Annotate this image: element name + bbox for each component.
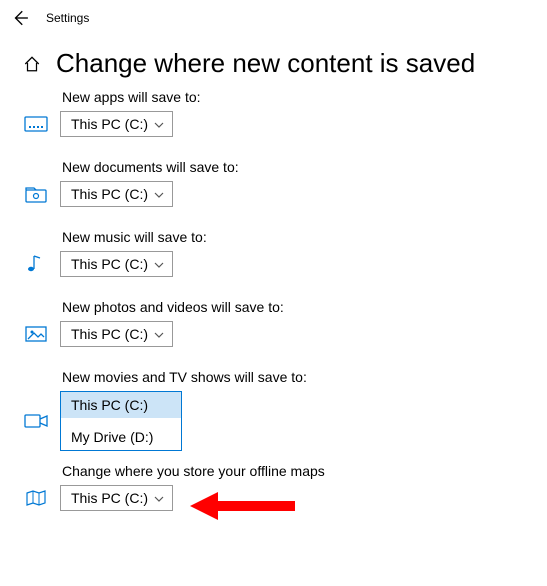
- setting-label: New movies and TV shows will save to:: [22, 369, 525, 385]
- setting-label: New music will save to:: [22, 229, 525, 245]
- combo-value: This PC (C:): [71, 116, 148, 132]
- back-button[interactable]: [8, 6, 32, 30]
- page-title: Change where new content is saved: [56, 48, 475, 79]
- combo-option-label: This PC (C:): [71, 397, 148, 413]
- combo-option-my-drive[interactable]: My Drive (D:): [61, 424, 181, 450]
- chevron-down-icon: [154, 256, 164, 272]
- setting-movies: New movies and TV shows will save to: Th…: [22, 369, 525, 451]
- apps-icon: [22, 114, 50, 134]
- maps-location-select[interactable]: This PC (C:): [60, 485, 173, 511]
- setting-apps: New apps will save to: This PC (C:): [22, 89, 525, 137]
- setting-maps: Change where you store your offline maps…: [22, 463, 525, 511]
- home-button[interactable]: [22, 54, 42, 74]
- movies-location-select[interactable]: This PC (C:) My Drive (D:): [60, 391, 182, 451]
- maps-icon: [22, 488, 50, 508]
- documents-icon: [22, 184, 50, 204]
- documents-location-select[interactable]: This PC (C:): [60, 181, 173, 207]
- setting-label: Change where you store your offline maps: [22, 463, 525, 479]
- chevron-down-icon: [154, 186, 164, 202]
- chevron-down-icon: [154, 326, 164, 342]
- music-icon: [22, 252, 50, 276]
- setting-music: New music will save to: This PC (C:): [22, 229, 525, 277]
- combo-value: This PC (C:): [71, 186, 148, 202]
- setting-documents: New documents will save to: This PC (C:): [22, 159, 525, 207]
- combo-value: This PC (C:): [71, 326, 148, 342]
- combo-value: This PC (C:): [71, 256, 148, 272]
- setting-photos: New photos and videos will save to: This…: [22, 299, 525, 347]
- window-title: Settings: [46, 11, 89, 25]
- photos-icon: [22, 324, 50, 344]
- chevron-down-icon: [154, 490, 164, 506]
- setting-label: New documents will save to:: [22, 159, 525, 175]
- movies-icon: [22, 411, 50, 431]
- apps-location-select[interactable]: This PC (C:): [60, 111, 173, 137]
- chevron-down-icon: [154, 116, 164, 132]
- music-location-select[interactable]: This PC (C:): [60, 251, 173, 277]
- photos-location-select[interactable]: This PC (C:): [60, 321, 173, 347]
- setting-label: New apps will save to:: [22, 89, 525, 105]
- combo-value: This PC (C:): [71, 490, 148, 506]
- setting-label: New photos and videos will save to:: [22, 299, 525, 315]
- combo-option-label: My Drive (D:): [71, 429, 153, 445]
- combo-option-this-pc[interactable]: This PC (C:): [61, 392, 181, 418]
